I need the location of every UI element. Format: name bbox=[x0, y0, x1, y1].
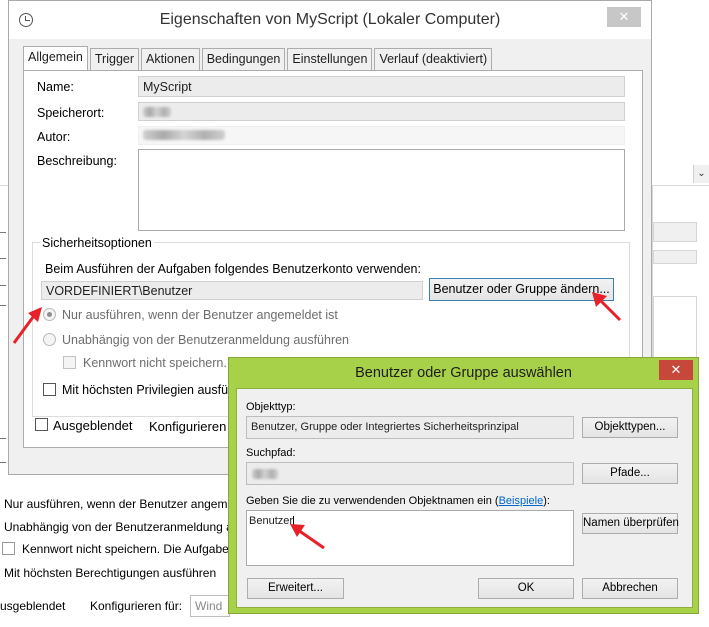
background-checkbox[interactable] bbox=[2, 542, 15, 555]
tab-strip: Allgemein Trigger Aktionen Bedingungen E… bbox=[23, 46, 494, 70]
dialog-close-button[interactable]: ✕ bbox=[659, 360, 693, 380]
redacted-path bbox=[252, 469, 278, 479]
select-user-dialog: Benutzer oder Gruppe auswählen ✕ Objektt… bbox=[228, 357, 699, 614]
radio-logged-on-label: Nur ausführen, wenn der Benutzer angemel… bbox=[62, 308, 338, 322]
background-configure-select[interactable]: Wind bbox=[190, 595, 230, 617]
background-edge-mark bbox=[0, 285, 6, 286]
search-path-label: Suchpfad: bbox=[246, 447, 296, 459]
redacted-author bbox=[143, 130, 225, 140]
no-store-password-label: Kennwort nicht speichern. bbox=[83, 356, 227, 370]
check-names-button[interactable]: Namen überprüfen bbox=[582, 513, 679, 534]
hidden-label: Ausgeblendet bbox=[53, 418, 133, 433]
background-field bbox=[653, 222, 697, 242]
background-edge-mark bbox=[0, 258, 6, 259]
object-names-value: Benutzer bbox=[249, 515, 294, 527]
background-edge-mark bbox=[0, 462, 6, 463]
tab-aktionen[interactable]: Aktionen bbox=[141, 48, 200, 70]
background-option-text: Unabhängig von der Benutzeranmeldung a bbox=[4, 520, 233, 534]
name-field[interactable]: MyScript bbox=[138, 76, 625, 97]
tab-verlauf[interactable]: Verlauf (deaktiviert) bbox=[374, 48, 493, 70]
cancel-button[interactable]: Abbrechen bbox=[582, 578, 678, 599]
account-prompt: Beim Ausführen der Aufgaben folgendes Be… bbox=[45, 262, 421, 276]
no-store-password-checkbox[interactable] bbox=[63, 356, 76, 369]
author-label: Autor: bbox=[37, 130, 71, 144]
tab-trigger[interactable]: Trigger bbox=[89, 48, 140, 70]
ok-button[interactable]: OK bbox=[478, 578, 574, 599]
radio-logged-on[interactable] bbox=[43, 308, 56, 321]
names-prompt-end: ): bbox=[543, 495, 550, 507]
annotation-arrow-icon bbox=[12, 307, 42, 344]
object-types-button[interactable]: Objekttypen... bbox=[582, 417, 678, 438]
redacted-location bbox=[143, 107, 171, 117]
object-type-field: Benutzer, Gruppe oder Integriertes Siche… bbox=[246, 416, 574, 439]
tab-einstellungen[interactable]: Einstellungen bbox=[287, 48, 373, 70]
description-textarea[interactable] bbox=[138, 149, 625, 231]
background-edge-mark bbox=[0, 438, 6, 439]
title-bar: Eigenschaften von MyScript (Lokaler Comp… bbox=[9, 1, 651, 39]
background-option-text: Konfigurieren für: bbox=[90, 599, 183, 613]
advanced-button[interactable]: Erweitert... bbox=[247, 578, 344, 599]
background-edge-mark bbox=[0, 305, 6, 306]
close-button[interactable]: ✕ bbox=[607, 7, 641, 27]
security-options-title: Sicherheitsoptionen bbox=[40, 236, 154, 250]
paths-button[interactable]: Pfade... bbox=[582, 463, 678, 484]
names-prompt: Geben Sie die zu verwendenden Objektname… bbox=[246, 495, 550, 507]
background-edge-mark bbox=[0, 232, 6, 233]
account-field: VORDEFINIERT\Benutzer bbox=[41, 281, 423, 300]
highest-privileges-label: Mit höchsten Privilegien ausfü bbox=[62, 383, 229, 397]
background-option-text: Mit höchsten Berechtigungen ausführen bbox=[4, 566, 217, 580]
dialog-title: Benutzer oder Gruppe auswählen bbox=[355, 365, 572, 381]
radio-independent-label: Unabhängig von der Benutzeranmeldung aus… bbox=[62, 333, 350, 347]
tab-bedingungen[interactable]: Bedingungen bbox=[201, 48, 286, 70]
examples-link[interactable]: Beispiele bbox=[499, 495, 544, 507]
background-field bbox=[653, 250, 697, 264]
radio-independent[interactable] bbox=[43, 333, 56, 346]
names-prompt-text: Geben Sie die zu verwendenden Objektname… bbox=[246, 495, 499, 507]
object-type-label: Objekttyp: bbox=[246, 401, 296, 413]
description-label: Beschreibung: bbox=[37, 154, 117, 168]
name-label: Name: bbox=[37, 80, 74, 94]
search-path-field bbox=[246, 462, 574, 485]
highest-privileges-checkbox[interactable] bbox=[43, 383, 56, 396]
change-user-button[interactable]: Benutzer oder Gruppe ändern... bbox=[429, 278, 614, 301]
location-label: Speicherort: bbox=[37, 106, 105, 120]
tab-allgemein[interactable]: Allgemein bbox=[23, 46, 88, 70]
hidden-checkbox[interactable] bbox=[35, 418, 48, 431]
background-option-text: Nur ausführen, wenn der Benutzer angeme bbox=[4, 497, 235, 511]
annotation-arrow-icon bbox=[290, 524, 325, 550]
dialog-body: Objekttyp: Benutzer, Gruppe oder Integri… bbox=[236, 388, 693, 608]
location-field bbox=[138, 102, 625, 121]
background-option-text: Kennwort nicht speichern. Die Aufgabe bbox=[22, 542, 229, 556]
scroll-down-icon[interactable]: ⌄ bbox=[693, 165, 709, 183]
configure-label: Konfigurieren f bbox=[149, 419, 234, 434]
annotation-arrow-icon bbox=[592, 292, 622, 322]
background-option-text: usgeblendet bbox=[0, 599, 66, 613]
window-title: Eigenschaften von MyScript (Lokaler Comp… bbox=[159, 11, 501, 28]
